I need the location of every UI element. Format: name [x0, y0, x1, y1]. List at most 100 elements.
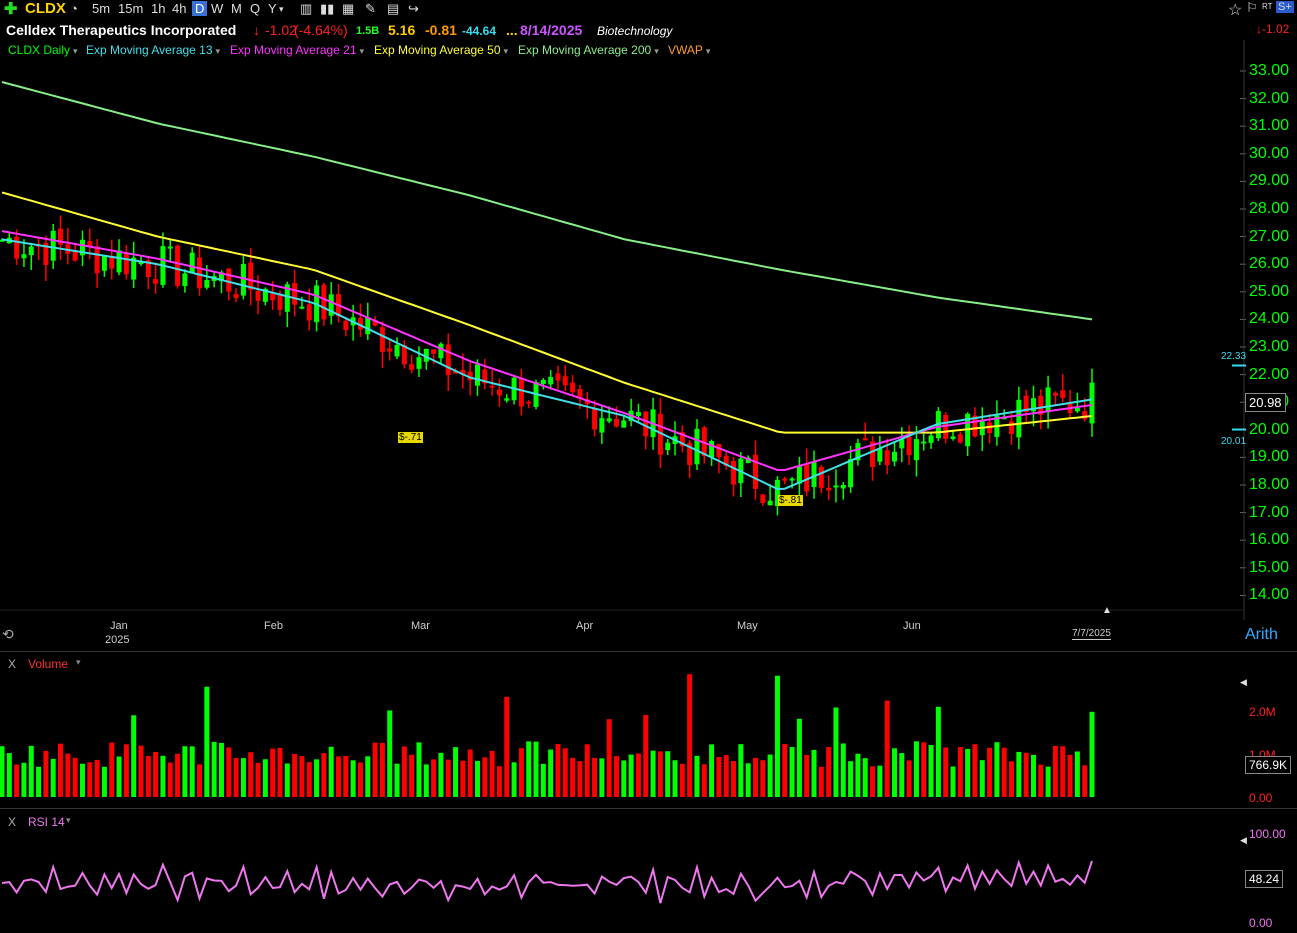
earnings-marker-2[interactable]: $-.81: [778, 495, 803, 506]
volume-bar: [270, 748, 276, 797]
volume-bar: [511, 762, 517, 797]
volume-bar: [957, 747, 963, 797]
candle-body: [877, 448, 883, 462]
candle-body: [818, 467, 824, 488]
candle-body: [1089, 382, 1095, 424]
volume-bar: [211, 741, 217, 797]
candle-body: [928, 435, 934, 443]
volume-bar: [665, 751, 671, 797]
price-chart[interactable]: [0, 0, 1297, 933]
volume-bar: [262, 759, 268, 797]
candle-body: [50, 230, 56, 261]
candle-body: [292, 282, 298, 305]
candle-body: [394, 345, 400, 357]
collapse-icon[interactable]: ◀: [1240, 835, 1247, 846]
rsi-axis-100: 100.00: [1249, 827, 1286, 841]
volume-bar: [679, 763, 685, 797]
volume-bar: [109, 742, 115, 797]
volume-bar: [72, 757, 78, 797]
volume-bar: [204, 686, 210, 797]
candle-body: [862, 438, 868, 441]
volume-bar: [752, 757, 758, 797]
volume-bar: [599, 758, 605, 797]
volume-bar: [87, 762, 93, 797]
volume-bar: [482, 757, 488, 797]
volume-bar: [1074, 751, 1080, 797]
volume-bar: [14, 764, 20, 797]
candle-body: [101, 255, 107, 271]
candle-body: [1009, 421, 1015, 434]
volume-bar: [336, 756, 342, 797]
price-tick-label: 31.00: [1249, 117, 1290, 135]
volume-bar: [343, 756, 349, 797]
volume-bar: [182, 746, 188, 797]
volume-bar: [1016, 751, 1022, 797]
volume-bar: [643, 714, 649, 797]
volume-bar: [862, 758, 868, 797]
chevron-down-icon[interactable]: ▾: [76, 657, 81, 668]
volume-bar: [818, 766, 824, 797]
candle-body: [811, 461, 817, 488]
candle-body: [255, 290, 261, 301]
volume-bar: [1030, 754, 1036, 797]
volume-bar: [277, 747, 283, 797]
price-tick-label: 33.00: [1249, 62, 1290, 79]
volume-bar: [796, 718, 802, 797]
candle-body: [343, 320, 349, 331]
level-low-label: 20.01: [1221, 436, 1247, 447]
candle-body: [540, 379, 546, 385]
earnings-marker-1[interactable]: $-.71: [398, 432, 423, 443]
volume-bar: [226, 747, 232, 797]
candle-body: [848, 459, 854, 488]
volume-bar: [438, 752, 444, 797]
volume-bar: [899, 753, 905, 797]
volume-bar: [401, 746, 407, 797]
panel-divider[interactable]: [0, 651, 1297, 652]
rsi-label[interactable]: RSI 14: [28, 815, 65, 829]
price-tick-label: 22.00: [1249, 365, 1290, 383]
panel-divider[interactable]: [0, 808, 1297, 809]
candle-body: [306, 304, 312, 321]
candle-body: [716, 443, 722, 458]
candle-body: [189, 252, 195, 274]
candle-body: [906, 436, 912, 456]
scale-mode-button[interactable]: Arith: [1245, 626, 1278, 644]
candle-body: [913, 439, 919, 461]
volume-bar: [350, 760, 356, 797]
candle-body: [518, 377, 524, 407]
volume-bar: [409, 754, 415, 797]
collapse-icon[interactable]: ◀: [1240, 677, 1247, 688]
price-tick-label: 25.00: [1249, 282, 1290, 300]
volume-bar: [21, 762, 27, 797]
volume-label[interactable]: Volume: [28, 657, 68, 671]
price-tick-label: 30.00: [1249, 144, 1290, 162]
candle-body: [1060, 390, 1066, 398]
volume-bar: [935, 706, 941, 797]
price-tick-label: 18.00: [1249, 476, 1290, 493]
volume-bar: [1045, 766, 1051, 797]
scroll-up-icon[interactable]: ▲: [1102, 605, 1112, 616]
candle-body: [248, 262, 254, 290]
rsi-close-button[interactable]: X: [8, 815, 16, 829]
volume-bar: [240, 758, 246, 797]
candle-body: [950, 436, 956, 439]
candle-body: [197, 257, 203, 289]
volume-bar: [36, 766, 42, 797]
volume-bar: [577, 761, 583, 797]
volume-bar: [306, 762, 312, 797]
volume-bar: [416, 742, 422, 797]
volume-bar: [255, 762, 261, 797]
volume-bar: [972, 744, 978, 797]
volume-bar: [79, 763, 85, 797]
volume-bar: [445, 759, 451, 797]
volume-bar: [555, 744, 561, 797]
volume-bar: [1001, 747, 1007, 797]
volume-bar: [826, 747, 832, 797]
chevron-down-icon[interactable]: ▾: [66, 815, 71, 826]
volume-bar: [1082, 765, 1088, 797]
reset-zoom-icon[interactable]: ⟲: [2, 626, 14, 643]
candle-body: [28, 246, 34, 256]
price-tick-label: 20.00: [1249, 420, 1290, 438]
volume-close-button[interactable]: X: [8, 657, 16, 671]
candle-body: [321, 284, 327, 320]
